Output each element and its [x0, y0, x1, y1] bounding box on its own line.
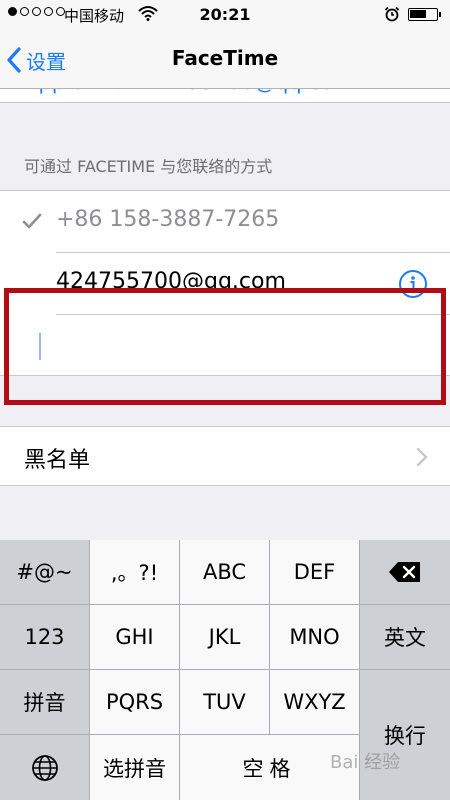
key-select-pinyin[interactable]: 选拼音 — [90, 735, 180, 800]
section-header: 可通过 FACETIME 与您联络的方式 — [24, 157, 273, 176]
globe-icon — [31, 754, 58, 781]
chevron-right-icon — [416, 447, 428, 467]
key-english[interactable]: 英文 — [360, 605, 450, 670]
key-newline[interactable]: 换行 — [360, 670, 450, 800]
text-cursor — [39, 333, 41, 360]
contact-row-email[interactable]: 424755700@qq.com — [0, 253, 450, 315]
navigation-bar: 设置 FaceTime — [0, 30, 450, 89]
info-icon[interactable] — [398, 269, 428, 299]
key-pinyin[interactable]: 拼音 — [0, 670, 90, 735]
key-abc[interactable]: ABC — [180, 540, 270, 605]
contact-row-phone[interactable]: +86 158-3887-7265 — [0, 191, 450, 253]
key-ghi[interactable]: GHI — [90, 605, 180, 670]
email-address: 424755700@qq.com — [56, 269, 286, 294]
key-jkl[interactable]: JKL — [180, 605, 270, 670]
page-title: FaceTime — [171, 46, 279, 70]
key-symbols[interactable]: #@~ — [0, 540, 90, 605]
key-mno[interactable]: MNO — [270, 605, 360, 670]
key-def[interactable]: DEF — [270, 540, 360, 605]
divider — [0, 375, 450, 376]
alarm-clock-icon — [384, 6, 400, 22]
status-time: 20:21 — [199, 5, 251, 24]
backspace-icon — [389, 562, 420, 582]
settings-content: Apple ID：424755700@qq.com 可通过 FACETIME 与… — [0, 88, 450, 540]
blacklist-label: 黑名单 — [24, 448, 91, 473]
key-numbers[interactable]: 123 — [0, 605, 90, 670]
key-punctuation[interactable]: ,。?! — [90, 540, 180, 605]
checkmark-icon — [22, 213, 42, 229]
key-globe[interactable] — [0, 735, 90, 800]
key-tuv[interactable]: TUV — [180, 670, 270, 735]
blacklist-row[interactable]: 黑名单 — [0, 426, 450, 486]
apple-id-row[interactable]: Apple ID：424755700@qq.com — [0, 88, 450, 103]
add-contact-input-row[interactable] — [0, 315, 450, 375]
facetime-settings-screen: 中国移动 20:21 设置 FaceTime Apple ID：4247 — [0, 0, 450, 800]
key-pqrs[interactable]: PQRS — [90, 670, 180, 735]
battery-icon — [408, 8, 441, 21]
phone-number: +86 158-3887-7265 — [56, 207, 280, 232]
key-wxyz[interactable]: WXYZ — [270, 670, 360, 735]
apple-id-text: Apple ID：424755700@qq.com — [24, 88, 353, 96]
status-bar: 中国移动 20:21 — [0, 0, 450, 30]
watermark: Bai 经验 — [330, 752, 401, 773]
key-delete[interactable] — [360, 540, 450, 605]
